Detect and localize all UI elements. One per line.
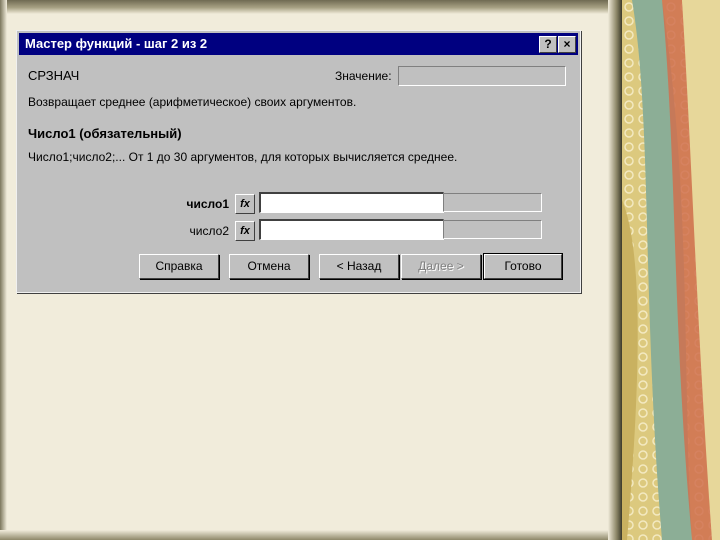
- argument-title: Число1 (обязательный): [28, 126, 182, 141]
- help-button[interactable]: Справка: [139, 254, 219, 279]
- next-button[interactable]: Далее >: [401, 254, 481, 279]
- value-label: Значение:: [335, 69, 392, 83]
- function-description: Возвращает среднее (арифметическое) свои…: [28, 95, 357, 109]
- function-name: СРЗНАЧ: [28, 68, 80, 83]
- finish-button[interactable]: Готово: [483, 253, 563, 280]
- argument-description: Число1;число2;... От 1 до 30 аргументов,…: [28, 150, 458, 164]
- slide-left-shadow: [0, 0, 7, 540]
- function-wizard-dialog: Мастер функций - шаг 2 из 2 ? × СРЗНАЧ З…: [16, 30, 581, 293]
- help-icon-button[interactable]: ?: [539, 36, 557, 53]
- arg1-input[interactable]: [259, 192, 444, 213]
- fx-icon-button[interactable]: fx: [235, 194, 255, 214]
- slide-bottom-shadow: [0, 530, 620, 540]
- arg2-label: число2: [189, 224, 229, 238]
- arg2-input[interactable]: [259, 219, 444, 240]
- back-button[interactable]: < Назад: [319, 254, 399, 279]
- arg2-result: [443, 220, 542, 239]
- slide-top-shadow: [0, 0, 620, 14]
- value-display: [398, 66, 566, 86]
- fx-icon-button[interactable]: fx: [235, 221, 255, 241]
- slide-right-edge: [608, 0, 622, 540]
- arg1-label: число1: [186, 197, 230, 211]
- dialog-titlebar[interactable]: Мастер функций - шаг 2 из 2 ? ×: [19, 33, 578, 55]
- dialog-title: Мастер функций - шаг 2 из 2: [25, 36, 208, 51]
- cancel-button[interactable]: Отмена: [229, 254, 309, 279]
- decorative-border-art: [622, 0, 720, 540]
- arg1-result: [443, 193, 542, 212]
- close-icon-button[interactable]: ×: [558, 36, 576, 53]
